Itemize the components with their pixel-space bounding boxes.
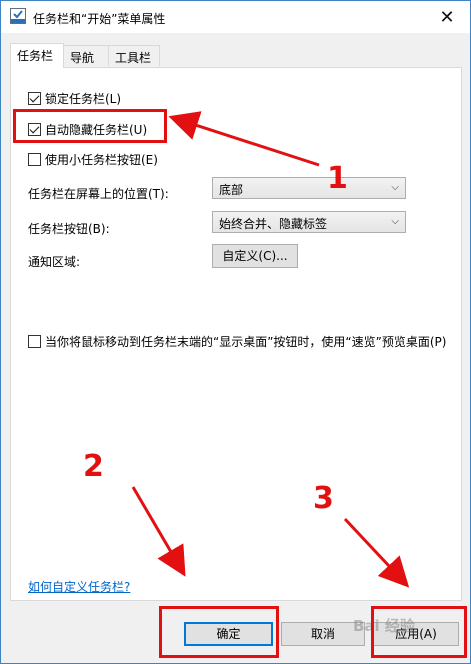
tab-panel-taskbar: 锁定任务栏(L) 自动隐藏任务栏(U) 使用小任务栏按钮(E) 任务栏在屏幕上的… (10, 67, 462, 601)
chevron-down-icon: ⌵ (391, 216, 399, 227)
tab-taskbar[interactable]: 任务栏 (10, 43, 64, 68)
annotation-number-2: 2 (83, 449, 104, 484)
tab-toolbars[interactable]: 工具栏 (108, 45, 160, 66)
annotation-number-1: 1 (327, 161, 348, 196)
taskbar-properties-icon (10, 8, 26, 24)
buttons-value: 始终合并、隐藏标签 (219, 217, 328, 231)
tab-navigation[interactable]: 导航 (63, 45, 109, 66)
buttons-select[interactable]: 始终合并、隐藏标签 ⌵ (212, 211, 406, 233)
lock-taskbar-label: 锁定任务栏(L) (45, 92, 122, 106)
position-select[interactable]: 底部 ⌵ (212, 177, 406, 199)
lock-taskbar-option[interactable]: 锁定任务栏(L) (28, 90, 121, 107)
small-buttons-checkbox[interactable] (28, 153, 41, 166)
close-button[interactable]: ✕ (432, 3, 462, 31)
properties-window: 任务栏和“开始”菜单属性 ✕ 任务栏 导航 工具栏 锁定任务栏(L) 自动隐藏任… (0, 0, 471, 664)
position-label: 任务栏在屏幕上的位置(T): (28, 187, 169, 201)
notify-area-label: 通知区域: (28, 255, 81, 269)
annotation-box-auto-hide (13, 109, 167, 143)
peek-option[interactable]: 当你将鼠标移动到任务栏末端的“显示桌面”按钮时，使用“速览”预览桌面(P) (28, 333, 446, 350)
help-link[interactable]: 如何自定义任务栏? (28, 578, 130, 595)
customize-button[interactable]: 自定义(C)... (212, 244, 298, 268)
annotation-box-apply (371, 606, 467, 658)
position-value: 底部 (219, 183, 244, 197)
lock-taskbar-checkbox[interactable] (28, 92, 41, 105)
window-title: 任务栏和“开始”菜单属性 (33, 12, 166, 26)
small-buttons-option[interactable]: 使用小任务栏按钮(E) (28, 151, 158, 168)
title-bar: 任务栏和“开始”菜单属性 ✕ (1, 1, 470, 33)
peek-label: 当你将鼠标移动到任务栏末端的“显示桌面”按钮时，使用“速览”预览桌面(P) (45, 335, 447, 349)
small-buttons-label: 使用小任务栏按钮(E) (45, 153, 158, 167)
annotation-box-ok (159, 606, 279, 658)
peek-checkbox[interactable] (28, 335, 41, 348)
chevron-down-icon: ⌵ (391, 182, 399, 193)
annotation-number-3: 3 (313, 481, 334, 516)
buttons-label: 任务栏按钮(B): (28, 222, 110, 236)
